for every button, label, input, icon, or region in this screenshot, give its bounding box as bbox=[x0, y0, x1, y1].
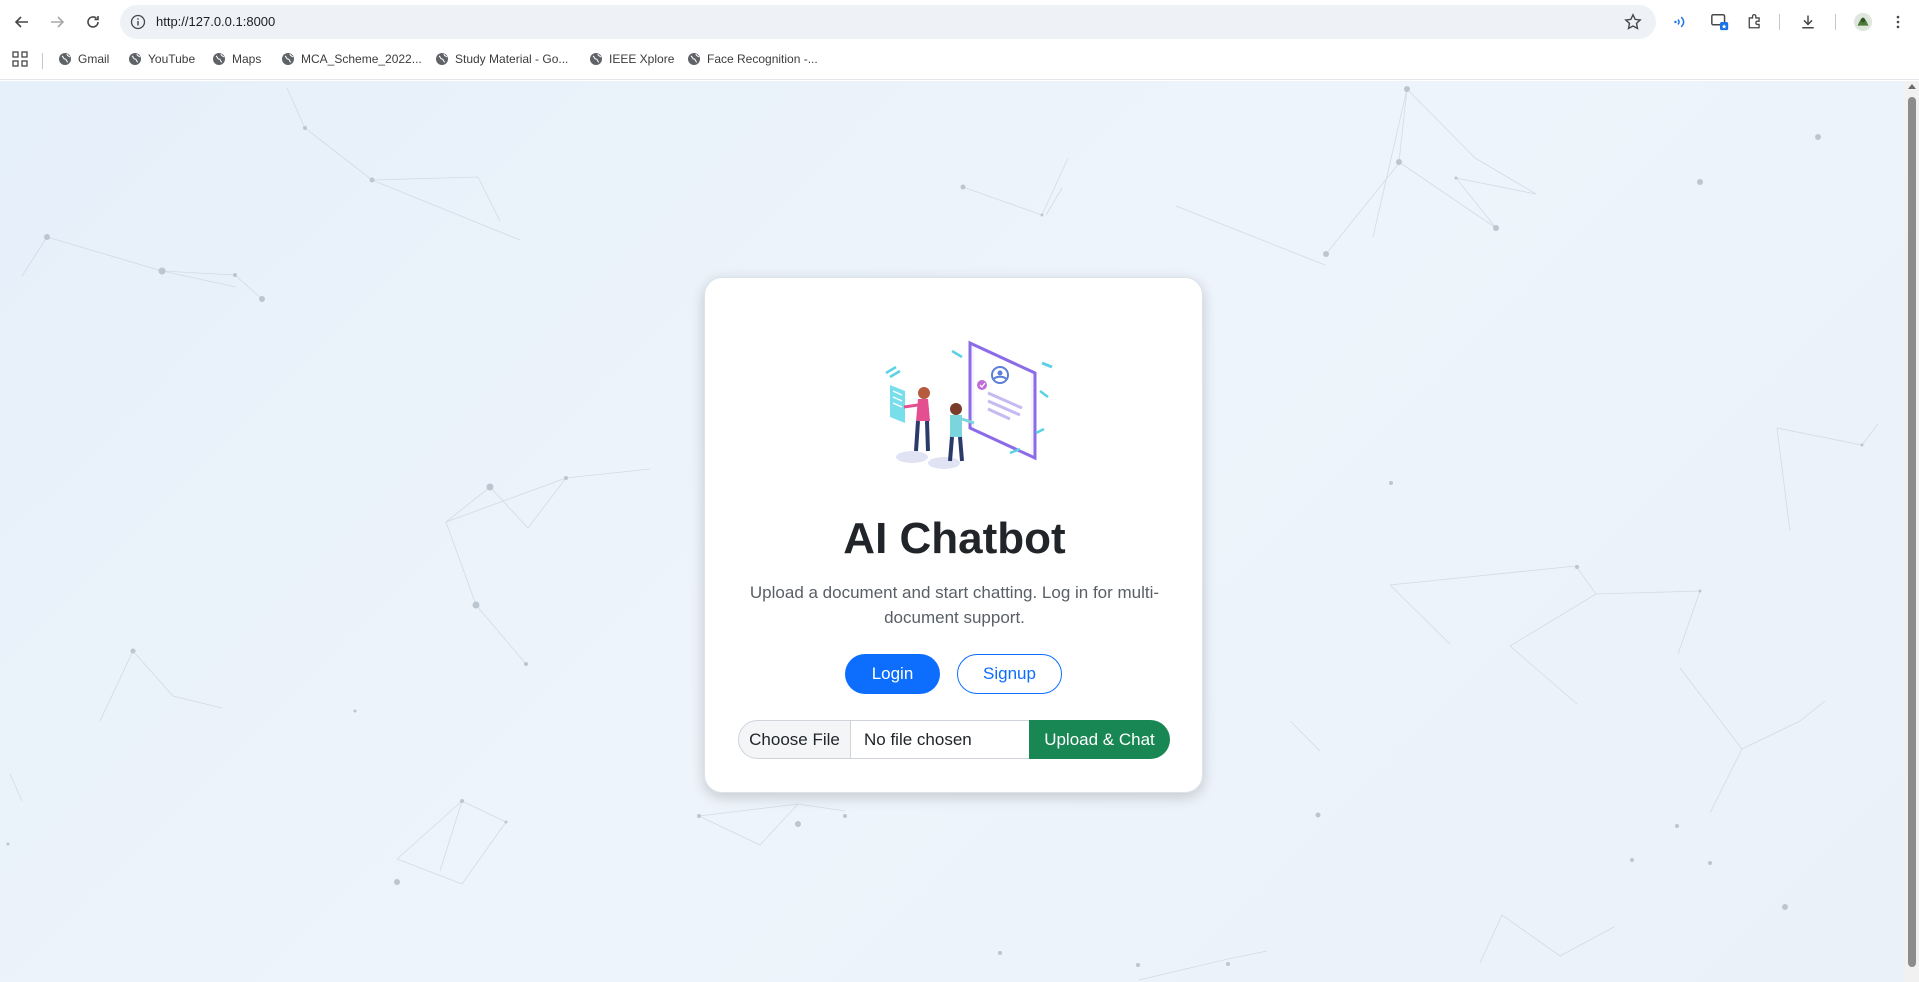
bookmark-label: Maps bbox=[232, 52, 262, 66]
bookmark-mca-scheme[interactable]: MCA_Scheme_2022... bbox=[281, 50, 422, 68]
bookmark-star-icon[interactable] bbox=[1624, 13, 1642, 31]
arrow-left-icon bbox=[14, 16, 28, 28]
page-title: AI Chatbot bbox=[843, 514, 1066, 563]
scrollbar-thumb[interactable] bbox=[1908, 97, 1916, 967]
choose-file-button[interactable]: Choose File bbox=[738, 720, 851, 759]
back-button[interactable] bbox=[8, 8, 36, 36]
browser-menu-icon[interactable] bbox=[1887, 11, 1909, 33]
apps-grid-icon[interactable] bbox=[12, 51, 28, 67]
upload-chat-button[interactable]: Upload & Chat bbox=[1029, 720, 1170, 759]
upload-form: Choose File No file chosen Upload & Chat bbox=[738, 720, 1170, 759]
globe-icon bbox=[688, 53, 700, 65]
reload-button[interactable] bbox=[79, 8, 107, 36]
forward-button[interactable] bbox=[43, 8, 71, 36]
globe-icon bbox=[129, 53, 141, 65]
site-info-icon[interactable] bbox=[130, 14, 146, 30]
globe-icon bbox=[282, 53, 294, 65]
arrow-right-icon bbox=[51, 16, 65, 28]
chatbot-illustration bbox=[885, 340, 1053, 469]
file-name-display: No file chosen bbox=[851, 720, 1029, 759]
bookmark-study-material[interactable]: Study Material - Go... bbox=[435, 50, 568, 68]
cast-extension-icon[interactable] bbox=[1709, 11, 1731, 33]
globe-icon bbox=[213, 53, 225, 65]
bookmark-label: YouTube bbox=[148, 52, 196, 66]
bookmark-label: IEEE Xplore bbox=[609, 52, 675, 66]
downloads-icon[interactable] bbox=[1797, 11, 1819, 33]
read-aloud-icon[interactable] bbox=[1671, 11, 1693, 33]
bookmark-youtube[interactable]: YouTube bbox=[128, 50, 195, 68]
page-subtitle: Upload a document and start chatting. Lo… bbox=[749, 583, 1160, 627]
globe-icon bbox=[436, 53, 448, 65]
login-button[interactable]: Login bbox=[845, 654, 940, 694]
profile-avatar[interactable] bbox=[1852, 11, 1874, 33]
globe-icon bbox=[590, 53, 602, 65]
bookmark-gmail[interactable]: Gmail bbox=[58, 50, 109, 68]
bookmarks-divider bbox=[42, 53, 43, 69]
reload-icon bbox=[87, 16, 99, 28]
toolbar-divider bbox=[1835, 14, 1836, 30]
browser-toolbar: http://127.0.0.1:8000 bbox=[0, 0, 1919, 44]
login-card: AI Chatbot Upload a document and start c… bbox=[704, 277, 1203, 793]
bookmark-label: Gmail bbox=[78, 52, 110, 66]
bookmark-ieee-xplore[interactable]: IEEE Xplore bbox=[589, 50, 674, 68]
url-text: http://127.0.0.1:8000 bbox=[156, 14, 276, 29]
bookmark-maps[interactable]: Maps bbox=[212, 50, 261, 68]
toolbar-divider bbox=[1779, 14, 1780, 30]
bookmark-label: Face Recognition -... bbox=[707, 52, 818, 66]
bookmark-face-recognition[interactable]: Face Recognition -... bbox=[687, 50, 818, 68]
address-bar[interactable]: http://127.0.0.1:8000 bbox=[120, 5, 1656, 39]
bookmark-label: Study Material - Go... bbox=[455, 52, 569, 66]
signup-button[interactable]: Signup bbox=[957, 654, 1062, 694]
bookmark-label: MCA_Scheme_2022... bbox=[301, 52, 422, 66]
scroll-up-arrow-icon[interactable] bbox=[1908, 84, 1916, 89]
extensions-puzzle-icon[interactable] bbox=[1744, 11, 1766, 33]
page-viewport: AI Chatbot Upload a document and start c… bbox=[0, 81, 1905, 982]
globe-icon bbox=[59, 53, 71, 65]
vertical-scrollbar[interactable] bbox=[1905, 81, 1919, 982]
